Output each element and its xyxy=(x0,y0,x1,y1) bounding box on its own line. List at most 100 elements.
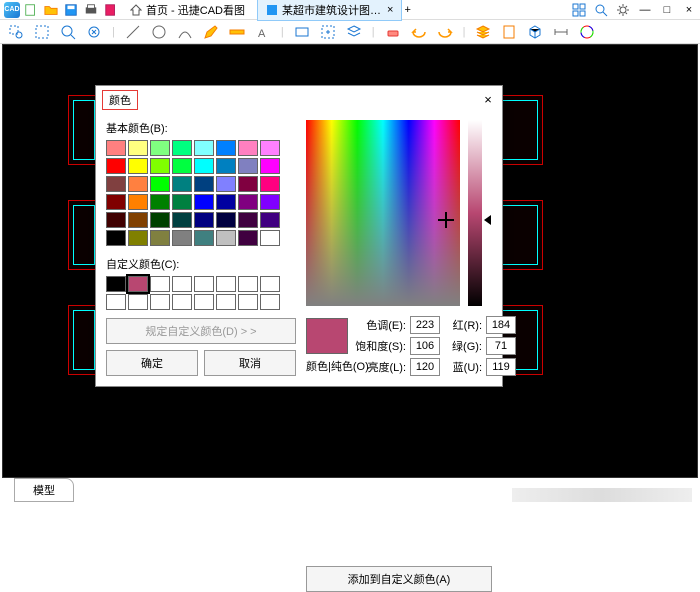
basic-swatch[interactable] xyxy=(216,158,236,174)
basic-swatch[interactable] xyxy=(260,176,280,192)
basic-swatch[interactable] xyxy=(238,158,258,174)
color-spectrum[interactable] xyxy=(306,120,460,306)
basic-swatch[interactable] xyxy=(150,194,170,210)
custom-swatch[interactable] xyxy=(128,276,148,292)
basic-swatch[interactable] xyxy=(106,158,126,174)
basic-swatch[interactable] xyxy=(260,194,280,210)
basic-swatch[interactable] xyxy=(194,230,214,246)
custom-swatch[interactable] xyxy=(216,276,236,292)
tab-home[interactable]: 首页 - 迅捷CAD看图 xyxy=(122,0,253,20)
lum-input[interactable] xyxy=(410,358,440,376)
custom-swatch[interactable] xyxy=(172,294,192,310)
zoom-prev-icon[interactable] xyxy=(86,24,102,40)
basic-swatch[interactable] xyxy=(150,158,170,174)
tab-document[interactable]: 某超市建筑设计图… × xyxy=(257,0,402,21)
basic-swatch[interactable] xyxy=(150,212,170,228)
basic-swatch[interactable] xyxy=(106,140,126,156)
custom-swatch[interactable] xyxy=(150,294,170,310)
custom-swatch[interactable] xyxy=(260,276,280,292)
basic-swatch[interactable] xyxy=(194,176,214,192)
basic-swatch[interactable] xyxy=(216,140,236,156)
basic-swatch[interactable] xyxy=(128,194,148,210)
custom-swatch[interactable] xyxy=(106,276,126,292)
custom-swatch[interactable] xyxy=(216,294,236,310)
custom-swatch[interactable] xyxy=(194,276,214,292)
maximize-button[interactable]: □ xyxy=(660,3,674,17)
add-tab-icon[interactable]: + xyxy=(404,4,410,16)
basic-swatch[interactable] xyxy=(172,158,192,174)
hue-input[interactable] xyxy=(410,316,440,334)
line-icon[interactable] xyxy=(125,24,141,40)
custom-swatch[interactable] xyxy=(260,294,280,310)
basic-swatch[interactable] xyxy=(172,176,192,192)
zoom-region-icon[interactable] xyxy=(34,24,50,40)
rect-icon[interactable] xyxy=(294,24,310,40)
basic-swatch[interactable] xyxy=(106,212,126,228)
open-icon[interactable] xyxy=(44,3,58,17)
color-wheel-icon[interactable] xyxy=(579,24,595,40)
undo-icon[interactable] xyxy=(411,24,427,40)
basic-swatch[interactable] xyxy=(216,194,236,210)
page-icon[interactable] xyxy=(501,24,517,40)
dimension-icon[interactable] xyxy=(553,24,569,40)
convert-icon[interactable] xyxy=(104,3,118,17)
custom-swatch[interactable] xyxy=(150,276,170,292)
sat-input[interactable] xyxy=(410,337,440,355)
circle-icon[interactable] xyxy=(151,24,167,40)
basic-swatch[interactable] xyxy=(128,212,148,228)
green-input[interactable] xyxy=(486,337,516,355)
basic-swatch[interactable] xyxy=(172,212,192,228)
measure-icon[interactable] xyxy=(229,24,245,40)
tab-close-icon[interactable]: × xyxy=(387,4,393,16)
basic-swatch[interactable] xyxy=(128,158,148,174)
redo-icon[interactable] xyxy=(437,24,453,40)
basic-swatch[interactable] xyxy=(172,140,192,156)
new-icon[interactable] xyxy=(24,3,38,17)
basic-swatch[interactable] xyxy=(172,230,192,246)
minimize-button[interactable]: — xyxy=(638,3,652,17)
ok-button[interactable]: 确定 xyxy=(106,350,198,376)
basic-swatch[interactable] xyxy=(194,158,214,174)
model-tab[interactable]: 模型 xyxy=(14,478,74,502)
custom-swatch[interactable] xyxy=(238,276,258,292)
basic-swatch[interactable] xyxy=(128,230,148,246)
basic-swatch[interactable] xyxy=(238,230,258,246)
basic-swatch[interactable] xyxy=(238,140,258,156)
erase-icon[interactable] xyxy=(385,24,401,40)
text-icon[interactable]: A xyxy=(255,24,271,40)
gear-icon[interactable] xyxy=(616,3,630,17)
zoom-window-icon[interactable] xyxy=(8,24,24,40)
basic-swatch[interactable] xyxy=(194,194,214,210)
define-custom-button[interactable]: 规定自定义颜色(D) > > xyxy=(106,318,296,344)
custom-swatch[interactable] xyxy=(128,294,148,310)
custom-swatch[interactable] xyxy=(106,294,126,310)
close-button[interactable]: × xyxy=(682,3,696,17)
layer-icon[interactable] xyxy=(346,24,362,40)
custom-swatch[interactable] xyxy=(194,294,214,310)
zoom-extents-icon[interactable] xyxy=(60,24,76,40)
layers-icon[interactable] xyxy=(475,24,491,40)
save-icon[interactable] xyxy=(64,3,78,17)
basic-swatch[interactable] xyxy=(106,194,126,210)
luminance-pointer-icon[interactable] xyxy=(484,215,491,225)
print-icon[interactable] xyxy=(84,3,98,17)
basic-swatch[interactable] xyxy=(260,158,280,174)
pencil-icon[interactable] xyxy=(203,24,219,40)
grid-icon[interactable] xyxy=(572,3,586,17)
select-icon[interactable] xyxy=(320,24,336,40)
basic-swatch[interactable] xyxy=(150,176,170,192)
basic-swatch[interactable] xyxy=(260,212,280,228)
basic-swatch[interactable] xyxy=(150,140,170,156)
basic-swatch[interactable] xyxy=(260,230,280,246)
basic-swatch[interactable] xyxy=(216,230,236,246)
basic-swatch[interactable] xyxy=(216,212,236,228)
blue-input[interactable] xyxy=(486,358,516,376)
3d-icon[interactable] xyxy=(527,24,543,40)
basic-swatch[interactable] xyxy=(106,176,126,192)
basic-swatch[interactable] xyxy=(128,176,148,192)
luminance-slider[interactable] xyxy=(468,120,482,306)
basic-swatch[interactable] xyxy=(150,230,170,246)
basic-swatch[interactable] xyxy=(238,212,258,228)
basic-swatch[interactable] xyxy=(106,230,126,246)
basic-swatch[interactable] xyxy=(238,176,258,192)
